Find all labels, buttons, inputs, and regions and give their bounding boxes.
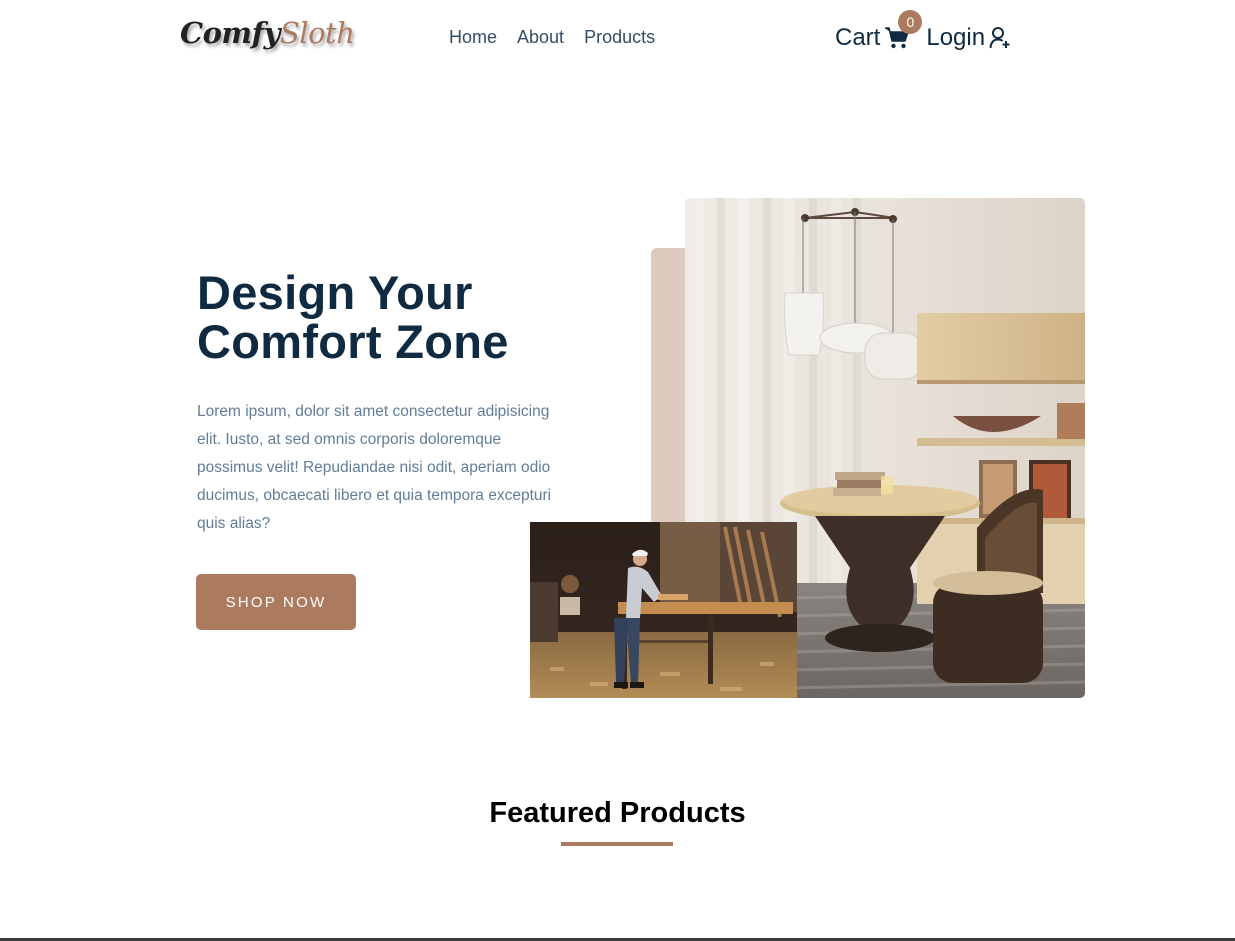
featured-title: Featured Products <box>489 797 746 829</box>
logo-part-sloth: Sloth <box>279 16 355 50</box>
nav-actions: Cart 0 Login <box>835 10 1011 52</box>
hero-title-line2: Comfort Zone <box>197 315 509 368</box>
cart-label: Cart <box>835 24 881 51</box>
page: ComfySloth Home About Products Cart 0 Lo… <box>0 0 1235 941</box>
featured-underline <box>561 842 673 846</box>
logo-part-comfy: Comfy <box>180 16 280 50</box>
hero-description: Lorem ipsum, dolor sit amet consectetur … <box>197 403 552 532</box>
login-button[interactable]: Login <box>926 24 1011 52</box>
nav-links: Home About Products <box>449 27 655 48</box>
shop-now-button[interactable]: SHOP NOW <box>196 574 356 630</box>
nav-link-home[interactable]: Home <box>449 27 497 48</box>
hero-title-line1: Design Your <box>197 266 473 319</box>
cart-button[interactable]: Cart 0 <box>835 10 923 52</box>
cart-icon-wrapper: 0 <box>884 10 923 50</box>
nav-link-about[interactable]: About <box>517 27 564 48</box>
nav-link-products[interactable]: Products <box>584 27 655 48</box>
logo[interactable]: ComfySloth <box>180 16 355 50</box>
hero-title: Design Your Comfort Zone <box>197 268 597 366</box>
user-plus-icon <box>989 27 1010 49</box>
cart-count-badge: 0 <box>898 10 923 34</box>
login-label: Login <box>926 24 986 51</box>
hero-accent-image <box>530 522 797 698</box>
